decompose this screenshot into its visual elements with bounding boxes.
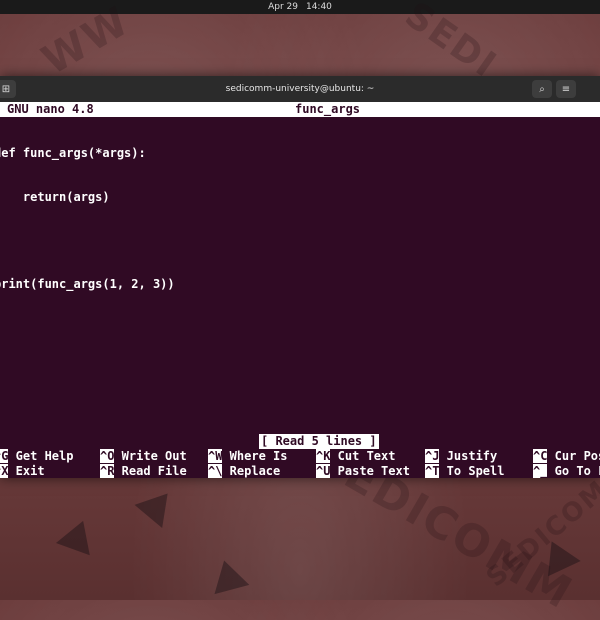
nano-version: GNU nano 4.8 [7, 102, 94, 116]
shortcut-key: ^R [100, 464, 115, 478]
shortcut-key: ^_ [533, 464, 548, 478]
nano-filename: func_args [295, 102, 361, 116]
shortcut-key: ^O [100, 449, 115, 463]
shortcut-label: Where Is [222, 449, 288, 463]
shortcut-label: Cut Text [330, 449, 396, 463]
shortcut-read-file[interactable]: ^R Read File [100, 464, 187, 479]
shortcut-label: Get Help [8, 449, 74, 463]
shortcut-cut-text[interactable]: ^K Cut Text [316, 449, 395, 464]
shortcut-go-to-line[interactable]: ^_ Go To Line [533, 464, 600, 479]
shortcut-key: ^C [533, 449, 548, 463]
search-icon[interactable]: ⌕ [532, 80, 552, 98]
shortcut-to-spell[interactable]: ^T To Spell [425, 464, 504, 479]
shortcut-get-help[interactable]: ^G Get Help [0, 449, 73, 464]
shortcut-label: Go To Line [554, 464, 600, 478]
shortcut-label: Read File [114, 464, 187, 478]
shortcut-label: Replace [222, 464, 281, 478]
shortcut-exit[interactable]: ^X Exit [0, 464, 45, 479]
status-message: [ Read 5 lines ] [259, 434, 379, 449]
nano-header: GNU nano 4.8 func_args [0, 102, 600, 117]
code-line: print(func_args(1, 2, 3)) [0, 276, 175, 291]
shortcut-paste-text[interactable]: ^U Paste Text [316, 464, 410, 479]
shortcut-label: Cur Pos [547, 449, 600, 463]
shortcut-label: Paste Text [330, 464, 410, 478]
shortcut-justify[interactable]: ^J Justify [425, 449, 497, 464]
shortcut-key: ^J [425, 449, 440, 463]
shortcut-where-is[interactable]: ^W Where Is [208, 449, 287, 464]
shortcut-key: ^T [425, 464, 440, 478]
code-line: def func_args(*args): [0, 146, 146, 160]
terminal-icon[interactable]: ⊞ [0, 80, 16, 98]
shortcut-key: ^K [316, 449, 331, 463]
terminal-window[interactable]: ⊞ sedicomm-university@ubuntu: ~ ⌕ ≡ GNU … [0, 76, 600, 478]
code-area[interactable]: def func_args(*args): return(args) print… [0, 117, 175, 320]
time-label[interactable]: 14:40 [306, 2, 332, 12]
shortcut-write-out[interactable]: ^O Write Out [100, 449, 187, 464]
shortcut-label: Exit [8, 464, 45, 478]
shortcut-replace[interactable]: ^\ Replace [208, 464, 280, 479]
wallpaper-triangle [134, 481, 182, 529]
shortcut-key: ^\ [208, 464, 223, 478]
code-line: return(args) [0, 189, 110, 204]
shortcut-cur-pos[interactable]: ^C Cur Pos [533, 449, 600, 464]
shortcut-key: ^W [208, 449, 223, 463]
window-titlebar[interactable]: ⊞ sedicomm-university@ubuntu: ~ ⌕ ≡ [0, 76, 600, 102]
nano-editor[interactable]: GNU nano 4.8 func_args def func_args(*ar… [0, 102, 600, 478]
shortcut-label: To Spell [439, 464, 505, 478]
shortcut-key: ^U [316, 464, 331, 478]
shortcut-label: Justify [439, 449, 498, 463]
wallpaper-triangle [206, 555, 250, 595]
wallpaper-triangle [55, 514, 101, 556]
shortcut-label: Write Out [114, 449, 187, 463]
date-label[interactable]: Apr 29 [268, 2, 298, 12]
window-title: sedicomm-university@ubuntu: ~ [225, 84, 375, 94]
hamburger-menu-icon[interactable]: ≡ [556, 80, 576, 98]
